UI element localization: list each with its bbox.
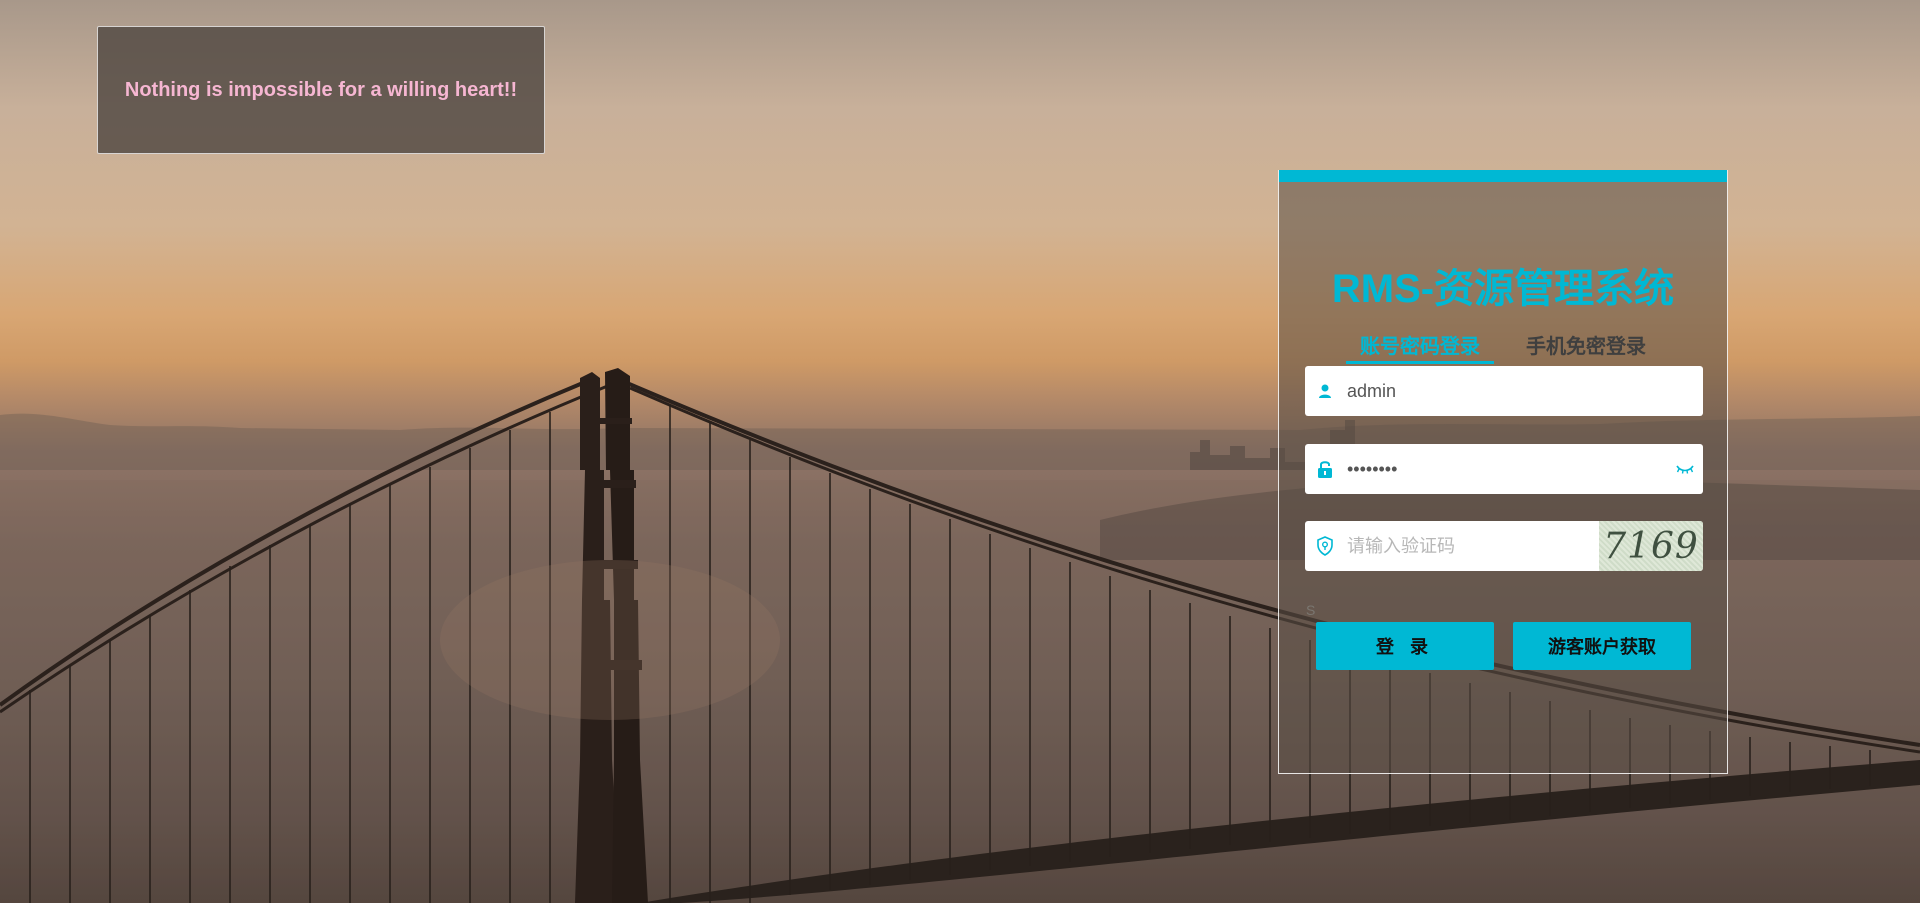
captcha-image[interactable]: 7169 (1599, 521, 1703, 571)
shield-icon (1305, 536, 1345, 556)
captcha-input[interactable] (1345, 520, 1599, 572)
tab-password-login[interactable]: 账号密码登录 (1346, 330, 1494, 364)
lock-icon (1305, 459, 1345, 479)
captcha-field: 7169 (1305, 520, 1703, 572)
login-title: RMS-资源管理系统 (1331, 267, 1675, 311)
username-field (1305, 365, 1703, 417)
eye-closed-icon[interactable] (1667, 463, 1703, 475)
user-icon (1305, 383, 1345, 399)
username-input[interactable] (1345, 365, 1703, 417)
password-input[interactable] (1345, 443, 1667, 495)
login-panel: RMS-资源管理系统 账号密码登录 手机免密登录 admin 请输入验证码 71… (1278, 170, 1728, 774)
guest-account-button[interactable]: 游客账户获取 (1513, 622, 1691, 670)
tab-phone-login[interactable]: 手机免密登录 (1512, 330, 1660, 364)
login-button[interactable]: 登录 (1316, 622, 1494, 670)
login-panel-accent-bar (1279, 170, 1727, 182)
motto-box: Nothing is impossible for a willing hear… (97, 26, 545, 154)
password-field (1305, 443, 1703, 495)
motto-text: Nothing is impossible for a willing hear… (124, 78, 518, 101)
login-tabs: 账号密码登录 手机免密登录 (1279, 330, 1727, 364)
small-note: S (1306, 602, 1316, 618)
